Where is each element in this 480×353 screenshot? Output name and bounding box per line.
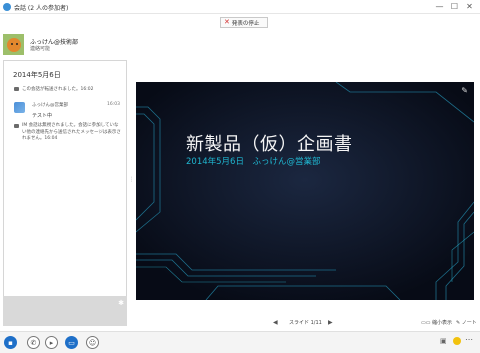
- presentation-pane: ✎ 新製品（仮）企画書 2014年5月6日 ふっけん@営業部: [132, 30, 480, 330]
- close-icon: ✕: [224, 18, 230, 26]
- contact-status: 連絡可能: [30, 46, 51, 52]
- stop-presenting-button[interactable]: ✕ 発表の停止: [220, 17, 268, 28]
- sender-avatar: [14, 102, 25, 113]
- layout-icon[interactable]: ▣: [440, 337, 447, 345]
- pen-icon[interactable]: ✎: [461, 86, 468, 95]
- stop-presenting-label: 発表の停止: [231, 20, 260, 27]
- title-bar: 会話 (2 人の参加者) — ☐ ✕: [0, 0, 480, 14]
- slide-view[interactable]: ✎ 新製品（仮）企画書 2014年5月6日 ふっけん@営業部: [136, 82, 474, 300]
- slide-navigation: ◀ スライド 1/11 ▶ ▭▭ 縮小表示 ✎ ノート: [132, 318, 480, 328]
- message-sender: ふっけん@営業部: [32, 103, 68, 108]
- chat-date: 2014年5月6日: [13, 71, 61, 79]
- camera-icon[interactable]: ▸: [45, 336, 58, 349]
- window-controls: — ☐ ✕: [433, 1, 476, 12]
- window-title: 会話 (2 人の参加者): [14, 5, 69, 12]
- next-slide-icon[interactable]: ▶: [328, 319, 333, 326]
- close-button[interactable]: ✕: [463, 1, 476, 12]
- message-time: 16:03: [107, 102, 120, 107]
- monitor-icon[interactable]: ▭: [65, 336, 78, 349]
- left-pane: ふっけん@技術部 連絡可能 2014年5月6日 この会話が転送されました。16:…: [0, 30, 130, 330]
- avatar: [3, 34, 24, 55]
- minimize-button[interactable]: —: [433, 1, 446, 12]
- contact-card[interactable]: ふっけん@技術部 連絡可能: [3, 33, 127, 55]
- thumbnails-button[interactable]: ▭▭ 縮小表示: [421, 319, 452, 326]
- people-icon[interactable]: ☺: [86, 336, 99, 349]
- chat-history[interactable]: 2014年5月6日 この会話が転送されました。16:02 ふっけん@営業部 16…: [3, 60, 127, 322]
- bottom-toolbar: ▪ ✆ ▸ ▭ ☺ ▣ ⋯: [0, 331, 480, 353]
- notes-button[interactable]: ✎ ノート: [456, 319, 477, 326]
- slide-subtitle: 2014年5月6日 ふっけん@営業部: [186, 157, 321, 167]
- maximize-button[interactable]: ☐: [448, 1, 461, 12]
- message-note: IM 会話は無視されました。会話に参加していない他の連絡先から送信されたメッセー…: [14, 123, 122, 143]
- message-text: テスト中: [32, 113, 53, 119]
- phone-icon[interactable]: ✆: [27, 336, 40, 349]
- app-icon: [3, 3, 11, 11]
- slide-counter: スライド 1/11: [289, 320, 322, 326]
- slide-title: 新製品（仮）企画書: [186, 134, 353, 155]
- chat-bubble-icon[interactable]: ▪: [4, 336, 17, 349]
- system-message: この会話が転送されました。16:02: [14, 86, 93, 92]
- message-input[interactable]: ✱: [3, 296, 127, 326]
- previous-slide-icon[interactable]: ◀: [273, 319, 278, 326]
- status-icon[interactable]: [453, 337, 461, 345]
- chat-bubble-icon: [14, 124, 19, 128]
- slide-background-graphic: [136, 82, 474, 300]
- more-options-icon[interactable]: ⋯: [465, 335, 473, 344]
- chat-bubble-icon: [14, 87, 19, 91]
- expand-icon[interactable]: ✱: [118, 299, 124, 307]
